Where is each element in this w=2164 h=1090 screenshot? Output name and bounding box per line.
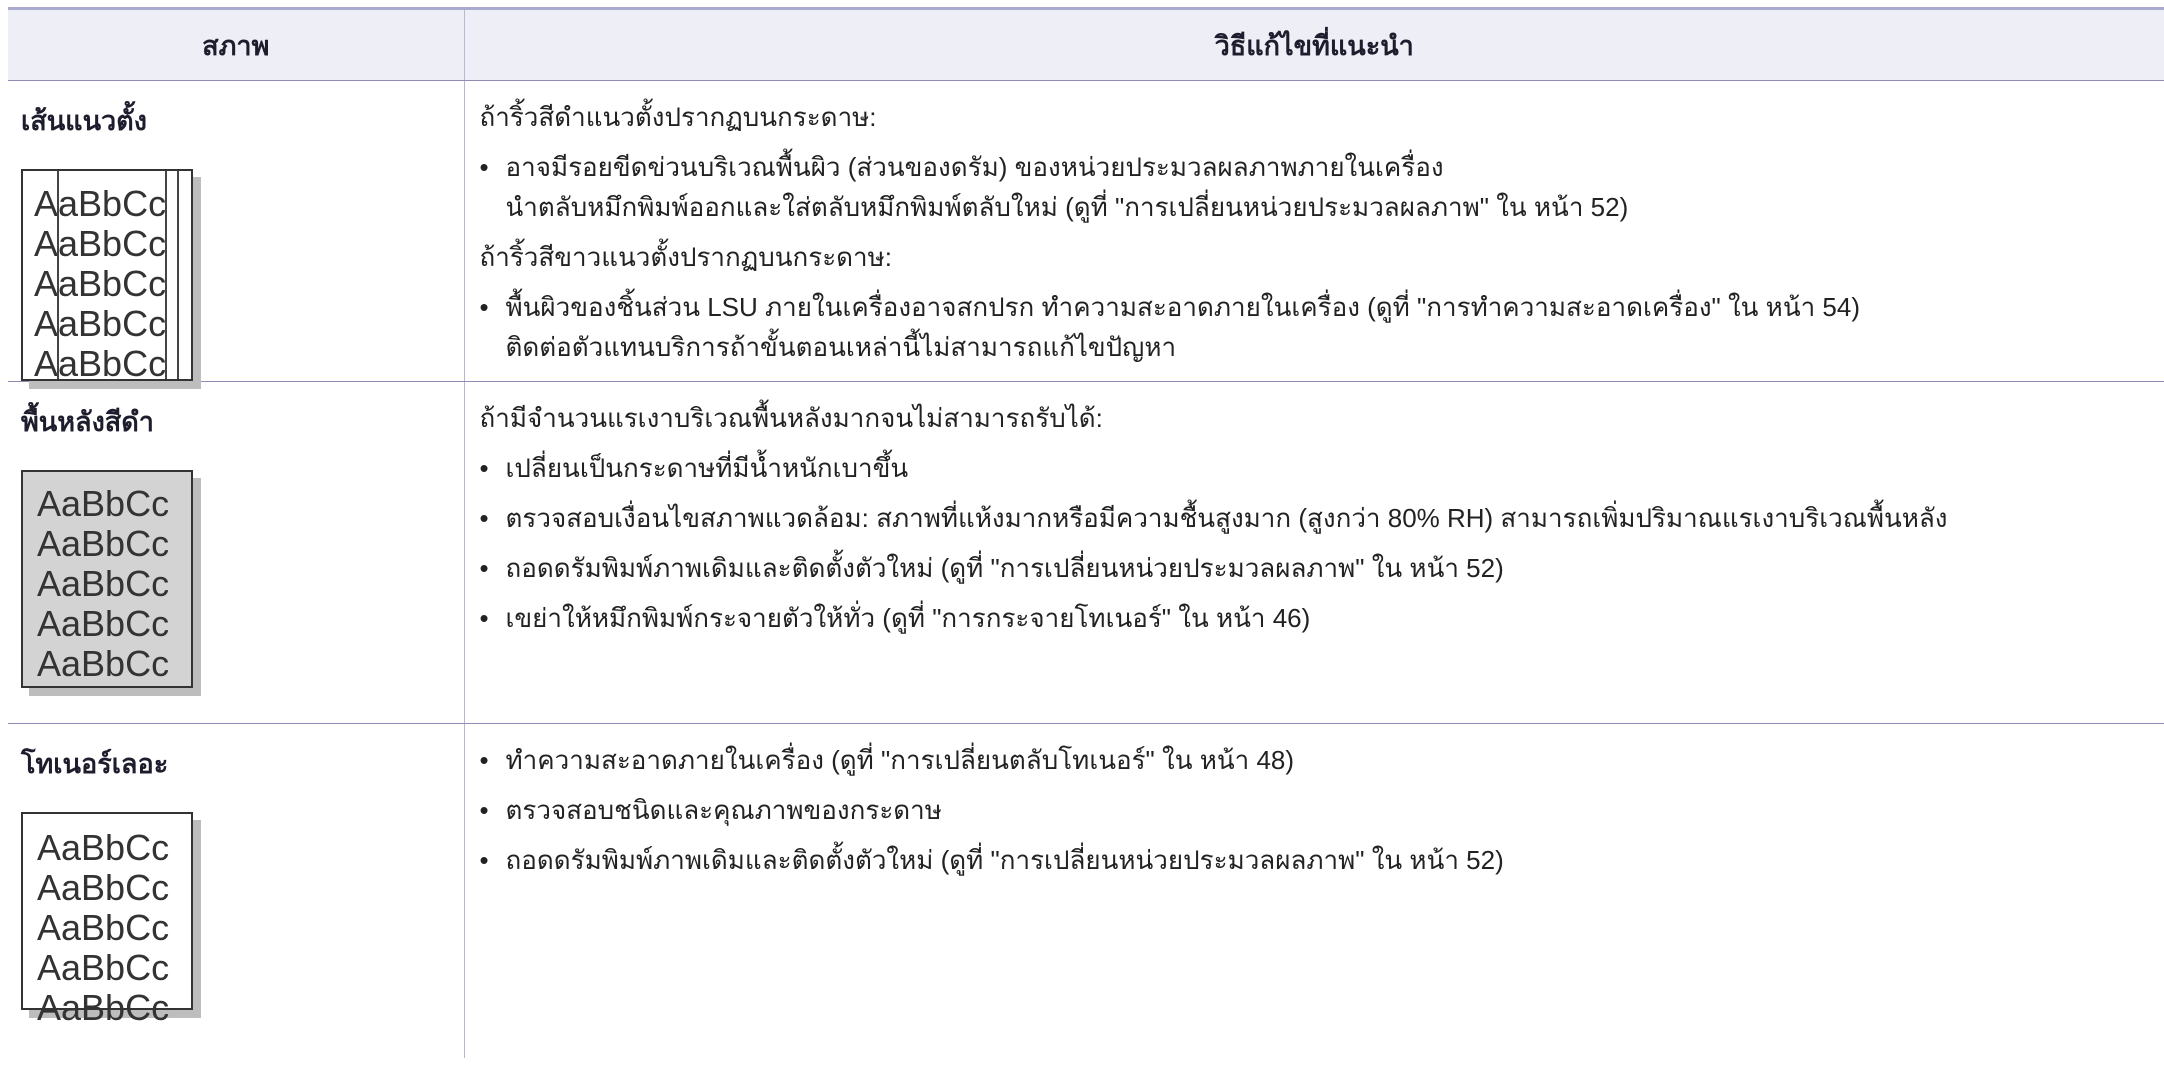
- bullet-icon: •: [479, 553, 489, 583]
- bullet-line: นำตลับหมึกพิมพ์ออกและใส่ตลับหมึกพิมพ์ตลั…: [505, 192, 1629, 222]
- condition-cell: เส้นแนวตั้ง AaBbCc AaBbCc AaBbCc AaBbCc …: [8, 80, 465, 384]
- solution-bullet: • เปลี่ยนเป็นกระดาษที่มีน้ำหนักเบาขึ้น: [480, 448, 2164, 488]
- header-condition: สภาพ: [8, 10, 465, 81]
- sample-text-line: AaBbCc: [37, 483, 170, 524]
- bullet-line: เขย่าให้หมึกพิมพ์กระจายตัวให้ทั่ว (ดูที่…: [505, 603, 1311, 633]
- bullet-line: ถอดดรัมพิมพ์ภาพเดิมและติดตั้งตัวใหม่ (ดู…: [505, 553, 1504, 583]
- solution-cell: ถ้าริ้วสีดำแนวตั้งปรากฏบนกระดาษ: • อาจมี…: [464, 80, 2164, 382]
- header-solution: วิธีแก้ไขที่แนะนำ: [464, 10, 2164, 81]
- bullet-line: ติดต่อตัวแทนบริการถ้าขั้นตอนเหล่านี้ไม่ส…: [505, 332, 1177, 362]
- solution-bullet: • อาจมีรอยขีดข่วนบริเวณพื้นผิว (ส่วนของด…: [480, 147, 2164, 227]
- sample-text-line: AaBbCc: [37, 603, 170, 644]
- print-sample-smeared: AaBbCc AaBbCc AaBbCc AaBbCc AaBbCc: [21, 812, 193, 1028]
- solution-bullet: • ทำความสะอาดภายในเครื่อง (ดูที่ "การเปล…: [480, 740, 2164, 780]
- table-row: โทเนอร์เลอะ AaBbCc AaBbCc AaBbCc AaBbCc …: [8, 723, 2164, 1058]
- print-sample-vertical-lines: AaBbCc AaBbCc AaBbCc AaBbCc AaBbCc: [21, 169, 193, 384]
- bullet-icon: •: [479, 503, 489, 533]
- solution-cell: ถ้ามีจำนวนแรเงาบริเวณพื้นหลังมากจนไม่สาม…: [464, 381, 2164, 724]
- vertical-line: [177, 171, 179, 379]
- vertical-line: [165, 171, 167, 379]
- sample-text-line: AaBbCc: [37, 867, 170, 908]
- sample-text-line: AaBbCc: [37, 987, 170, 1028]
- bullet-icon: •: [479, 292, 489, 322]
- condition-name: เส้นแนวตั้ง: [21, 106, 147, 136]
- solution-bullet: • ถอดดรัมพิมพ์ภาพเดิมและติดตั้งตัวใหม่ (…: [480, 548, 2164, 588]
- bullet-line: เปลี่ยนเป็นกระดาษที่มีน้ำหนักเบาขึ้น: [505, 453, 909, 483]
- sample-text-line: AaBbCc: [37, 827, 170, 868]
- print-sample-gray-background: AaBbCc AaBbCc AaBbCc AaBbCc AaBbCc: [21, 470, 193, 688]
- troubleshooting-table: สภาพ วิธีแก้ไขที่แนะนำ เส้นแนวตั้ง AaBbC…: [8, 10, 2164, 1058]
- vertical-line: [57, 171, 59, 379]
- bullet-line: ตรวจสอบชนิดและคุณภาพของกระดาษ: [505, 795, 942, 825]
- bullet-icon: •: [479, 453, 489, 483]
- solution-paragraph: ถ้ามีจำนวนแรเงาบริเวณพื้นหลังมากจนไม่สาม…: [479, 403, 1103, 433]
- bullet-icon: •: [479, 152, 489, 182]
- table-row: เส้นแนวตั้ง AaBbCc AaBbCc AaBbCc AaBbCc …: [8, 80, 2164, 384]
- bullet-icon: •: [479, 603, 489, 633]
- solution-cell: • ทำความสะอาดภายในเครื่อง (ดูที่ "การเปล…: [464, 724, 2164, 1058]
- bullet-icon: •: [479, 745, 489, 775]
- bullet-icon: •: [479, 795, 489, 825]
- solution-bullet: • ตรวจสอบเงื่อนไขสภาพแวดล้อม: สภาพที่แห้…: [480, 498, 2164, 538]
- solution-bullet: • พื้นผิวของชิ้นส่วน LSU ภายในเครื่องอาจ…: [480, 287, 2164, 367]
- table-row: พื้นหลังสีดำ AaBbCc AaBbCc AaBbCc AaBbCc…: [8, 381, 2164, 724]
- bullet-line: อาจมีรอยขีดข่วนบริเวณพื้นผิว (ส่วนของดรั…: [505, 152, 1444, 182]
- condition-cell: โทเนอร์เลอะ AaBbCc AaBbCc AaBbCc AaBbCc …: [8, 723, 465, 1058]
- sample-text-line: AaBbCc: [37, 523, 170, 564]
- solution-paragraph: ถ้าริ้วสีดำแนวตั้งปรากฏบนกระดาษ:: [479, 102, 877, 132]
- solution-paragraph: ถ้าริ้วสีขาวแนวตั้งปรากฏบนกระดาษ:: [479, 242, 893, 272]
- sample-text-line: AaBbCc: [37, 907, 170, 948]
- solution-bullet: • ถอดดรัมพิมพ์ภาพเดิมและติดตั้งตัวใหม่ (…: [480, 840, 2164, 880]
- solution-bullet: • ตรวจสอบชนิดและคุณภาพของกระดาษ: [480, 790, 2164, 830]
- sample-text-line: AaBbCc: [37, 947, 170, 988]
- bullet-line: ตรวจสอบเงื่อนไขสภาพแวดล้อม: สภาพที่แห้งม…: [505, 503, 1948, 533]
- solution-bullet: • เขย่าให้หมึกพิมพ์กระจายตัวให้ทั่ว (ดูท…: [480, 598, 2164, 638]
- bullet-line: พื้นผิวของชิ้นส่วน LSU ภายในเครื่องอาจสก…: [505, 292, 1861, 322]
- condition-cell: พื้นหลังสีดำ AaBbCc AaBbCc AaBbCc AaBbCc…: [8, 381, 465, 724]
- sample-text-line: AaBbCc: [37, 563, 170, 604]
- bullet-icon: •: [479, 845, 489, 875]
- sample-text-line: AaBbCc: [37, 643, 170, 684]
- bullet-line: ทำความสะอาดภายในเครื่อง (ดูที่ "การเปลี่…: [505, 745, 1295, 775]
- bullet-line: ถอดดรัมพิมพ์ภาพเดิมและติดตั้งตัวใหม่ (ดู…: [505, 845, 1504, 875]
- condition-name: โทเนอร์เลอะ: [21, 749, 169, 779]
- condition-name: พื้นหลังสีดำ: [21, 407, 154, 437]
